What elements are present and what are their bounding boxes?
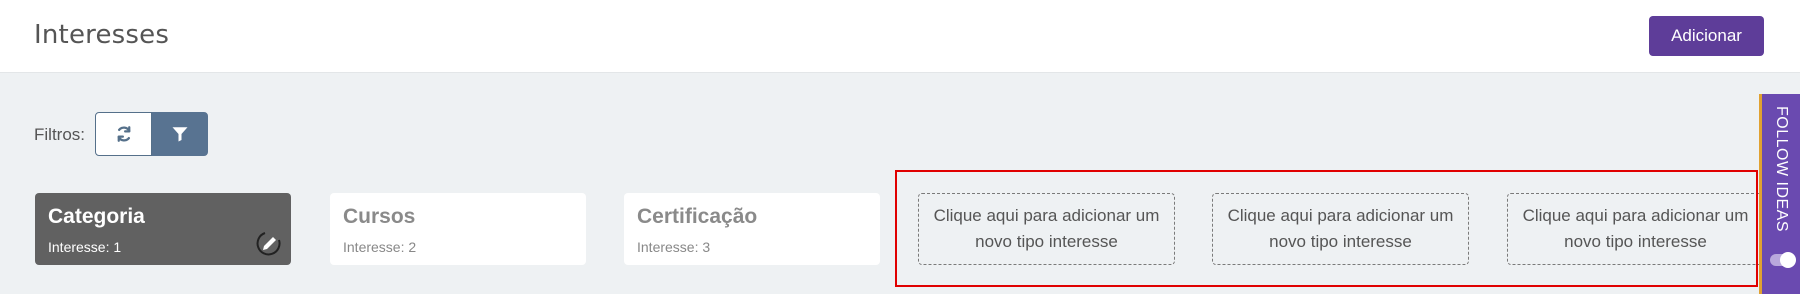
- toggle-icon[interactable]: [1770, 252, 1796, 268]
- category-name: Certificação: [637, 205, 758, 228]
- filters-label: Filtros:: [34, 125, 85, 144]
- refresh-icon: [117, 126, 130, 142]
- add-interest-type-slot[interactable]: Clique aqui para adicionar um novo tipo …: [1507, 193, 1764, 265]
- filter-button-group: [95, 112, 208, 156]
- filter-icon: [172, 127, 188, 142]
- follow-ideas-label: FOLLOW IDEAS: [1773, 106, 1790, 233]
- page-title: Interesses: [34, 20, 170, 50]
- filter-button[interactable]: [152, 112, 208, 156]
- add-interest-type-slot[interactable]: Clique aqui para adicionar um novo tipo …: [918, 193, 1175, 265]
- category-count: Interesse: 2: [343, 239, 417, 255]
- edit-icon[interactable]: [255, 230, 283, 258]
- category-count: Interesse: 1: [48, 239, 122, 255]
- top-bar: Interesses Adicionar: [0, 0, 1800, 73]
- category-count: Interesse: 3: [637, 239, 711, 255]
- category-name: Cursos: [343, 205, 416, 228]
- add-button[interactable]: Adicionar: [1649, 16, 1764, 56]
- add-interest-type-slot[interactable]: Clique aqui para adicionar um novo tipo …: [1212, 193, 1469, 265]
- category-name: Categoria: [48, 205, 145, 228]
- category-card-categoria[interactable]: Categoria Interesse: 1: [35, 193, 291, 265]
- category-card-certificacao[interactable]: Certificação Interesse: 3: [624, 193, 880, 265]
- category-card-cursos[interactable]: Cursos Interesse: 2: [330, 193, 586, 265]
- refresh-button[interactable]: [95, 112, 152, 156]
- follow-ideas-tab[interactable]: FOLLOW IDEAS: [1759, 94, 1800, 294]
